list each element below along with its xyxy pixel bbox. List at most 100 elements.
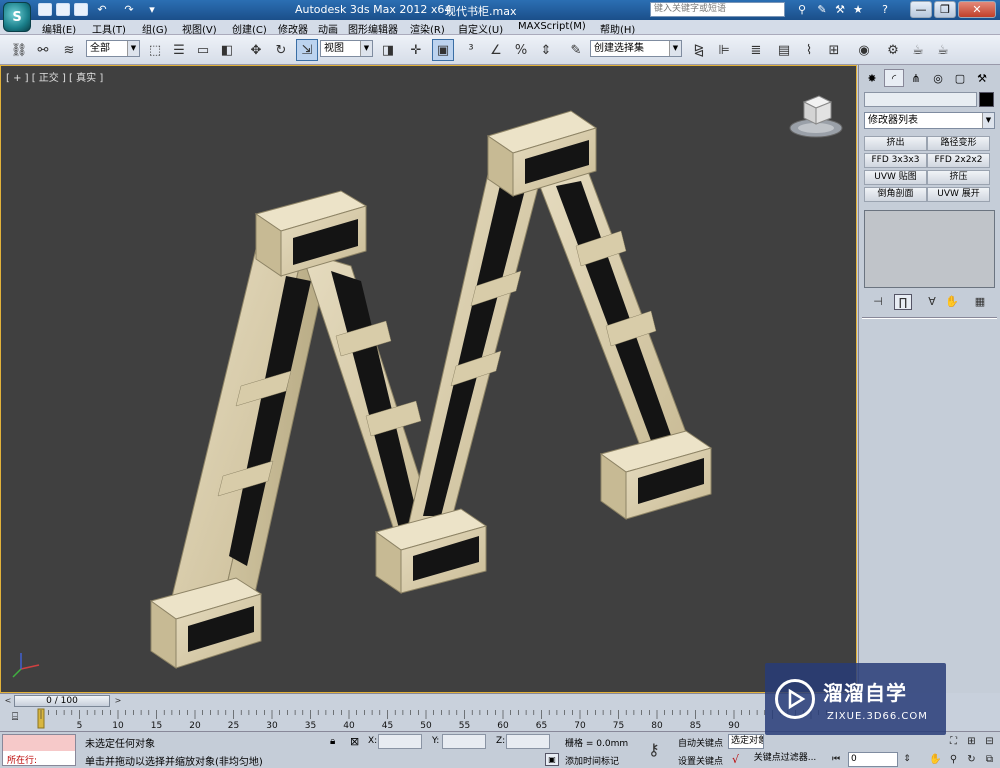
- auto-key-button[interactable]: 自动关键点: [678, 736, 723, 749]
- undo-icon[interactable]: ↶: [95, 3, 109, 16]
- minimize-button[interactable]: —: [910, 1, 932, 18]
- show-end-result-icon[interactable]: ∏: [894, 294, 912, 310]
- time-tag-icon[interactable]: ▣: [545, 753, 559, 766]
- pan-view-icon[interactable]: ✋: [928, 752, 943, 767]
- set-key-button[interactable]: 设置关键点: [678, 754, 723, 767]
- menu-modifiers[interactable]: 修改器: [278, 21, 308, 36]
- frame-spinner-icon[interactable]: ⇕: [900, 752, 914, 766]
- maxscript-listener[interactable]: 所在行:: [2, 734, 76, 766]
- render-setup-icon[interactable]: ⚙: [882, 39, 904, 61]
- selection-filter-dropdown[interactable]: 全部 ▼: [86, 40, 140, 57]
- key-icon[interactable]: ⚷: [648, 740, 660, 759]
- key-filters-button[interactable]: 关键点过滤器...: [750, 752, 820, 767]
- time-prev-icon[interactable]: <: [2, 695, 14, 707]
- select-move-icon[interactable]: ✥: [245, 39, 267, 61]
- modifier-button-ffd-2x2x2[interactable]: FFD 2x2x2: [927, 153, 990, 168]
- lock-selection-icon[interactable]: 🔒︎: [330, 736, 335, 747]
- menu-maxscript[interactable]: MAXScript(M): [518, 21, 586, 32]
- orbit-icon[interactable]: ↻: [964, 752, 979, 767]
- menu-tools[interactable]: 工具(T): [92, 21, 126, 36]
- modifier-button-ffd-3x3x3[interactable]: FFD 3x3x3: [864, 153, 927, 168]
- keyboard-shortcut-override-icon[interactable]: ▣: [432, 39, 454, 61]
- remove-modifier-icon[interactable]: ✋: [943, 294, 961, 310]
- help-icon[interactable]: ?: [878, 3, 892, 16]
- menu-group[interactable]: 组(G): [142, 21, 168, 36]
- add-time-tag[interactable]: 添加时间标记: [565, 754, 619, 767]
- current-frame-field[interactable]: 0: [848, 752, 898, 767]
- menu-create[interactable]: 创建(C): [232, 21, 267, 36]
- maximize-viewport-icon[interactable]: ⧉: [982, 752, 997, 767]
- community-icon[interactable]: ⚒: [833, 3, 847, 16]
- time-next-icon[interactable]: >: [112, 695, 124, 707]
- schematic-view-icon[interactable]: ⊞: [823, 39, 845, 61]
- z-coordinate-field[interactable]: [506, 734, 550, 749]
- restore-button[interactable]: ❐: [934, 1, 956, 18]
- select-rotate-icon[interactable]: ↻: [270, 39, 292, 61]
- close-button[interactable]: ✕: [958, 1, 996, 18]
- select-object-icon[interactable]: ⬚: [144, 39, 166, 61]
- material-editor-icon[interactable]: ◉: [853, 39, 875, 61]
- motion-tab-icon[interactable]: ◎: [928, 69, 948, 87]
- display-tab-icon[interactable]: ▢: [950, 69, 970, 87]
- modifier-stack[interactable]: [864, 210, 995, 288]
- hierarchy-tab-icon[interactable]: ⋔: [906, 69, 926, 87]
- quick-access-dropdown-icon[interactable]: ▾: [145, 3, 159, 16]
- curve-editor-icon[interactable]: ⌇: [798, 39, 820, 61]
- make-unique-icon[interactable]: ∀: [923, 294, 941, 310]
- redo-icon[interactable]: ↷: [122, 3, 136, 16]
- search-input[interactable]: 键入关键字或短语: [650, 2, 785, 17]
- graphite-toggle-icon[interactable]: ▤: [773, 39, 795, 61]
- zoom-extents-icon[interactable]: ⊞: [964, 734, 979, 749]
- object-color-swatch[interactable]: [979, 92, 994, 107]
- mirror-icon[interactable]: ⧎: [688, 39, 710, 61]
- menu-customize[interactable]: 自定义(U): [458, 21, 503, 36]
- modifier-button-extrude[interactable]: 挤出: [864, 136, 927, 151]
- time-slider[interactable]: < 0 / 100 >: [0, 693, 857, 708]
- maxscript-input[interactable]: [3, 735, 75, 751]
- walk-through-icon[interactable]: ⚲: [946, 752, 961, 767]
- modifier-button-uvw-map[interactable]: UVW 贴图: [864, 170, 927, 185]
- save-file-icon[interactable]: [74, 3, 88, 16]
- utilities-tab-icon[interactable]: ⚒: [972, 69, 992, 87]
- x-coordinate-field[interactable]: [378, 734, 422, 749]
- new-file-icon[interactable]: [38, 3, 52, 16]
- render-production-icon[interactable]: ☕: [932, 39, 954, 61]
- reference-coordinate-dropdown[interactable]: 视图 ▼: [320, 40, 373, 57]
- favorites-icon[interactable]: ★: [851, 3, 865, 16]
- menu-graph-editors[interactable]: 图形编辑器: [348, 21, 398, 36]
- link-icon[interactable]: ⛓: [8, 39, 30, 61]
- edit-named-selection-icon[interactable]: ✎: [565, 39, 587, 61]
- pivot-center-icon[interactable]: ◨: [377, 39, 399, 61]
- selected-object-dropdown[interactable]: 选定对象: [728, 734, 764, 749]
- track-bar[interactable]: ⌸ 5 10 15 20 25 30 35 40 45 50 55 60 65 70 75 80 85 90: [0, 708, 857, 731]
- named-selection-dropdown[interactable]: 创建选择集 ▼: [590, 40, 682, 57]
- open-file-icon[interactable]: [56, 3, 70, 16]
- binoculars-icon[interactable]: ⚲: [795, 3, 809, 16]
- modifier-button-bevel-profile[interactable]: 倒角剖面: [864, 187, 927, 202]
- select-by-name-icon[interactable]: ☰: [168, 39, 190, 61]
- viewcube-icon[interactable]: [789, 92, 844, 142]
- align-icon[interactable]: ⊫: [713, 39, 735, 61]
- spinner-snap-icon[interactable]: ⇕: [535, 39, 557, 61]
- perspective-viewport[interactable]: [ + ] [ 正交 ] [ 真实 ]: [0, 65, 857, 693]
- modifier-button-path-deform[interactable]: 路径变形: [927, 136, 990, 151]
- modifier-list-dropdown[interactable]: 修改器列表 ▼: [864, 112, 995, 129]
- app-logo-icon[interactable]: S: [3, 2, 31, 32]
- window-crossing-icon[interactable]: ◧: [216, 39, 238, 61]
- menu-help[interactable]: 帮助(H): [600, 21, 635, 36]
- snaps-toggle-icon[interactable]: ³: [460, 39, 482, 61]
- frame-ruler[interactable]: 5 10 15 20 25 30 35 40 45 50 55 60 65 70 75 80 85 90: [0, 708, 857, 731]
- select-scale-icon[interactable]: ⇲: [296, 39, 318, 61]
- modify-tab-icon[interactable]: ◜: [884, 69, 904, 87]
- rendered-frame-window-icon[interactable]: ☕: [907, 39, 929, 61]
- tools-icon[interactable]: ✎: [815, 3, 829, 16]
- angle-snap-icon[interactable]: ∠: [485, 39, 507, 61]
- bookshelf-model[interactable]: [1, 66, 856, 692]
- absolute-mode-icon[interactable]: ⊠: [350, 735, 359, 748]
- menu-rendering[interactable]: 渲染(R): [410, 21, 445, 36]
- go-to-start-icon[interactable]: ⏮: [829, 752, 843, 766]
- menu-edit[interactable]: 编辑(E): [42, 21, 76, 36]
- time-slider-thumb[interactable]: 0 / 100: [14, 695, 110, 707]
- field-of-view-icon[interactable]: ⊟: [982, 734, 997, 749]
- y-coordinate-field[interactable]: [442, 734, 486, 749]
